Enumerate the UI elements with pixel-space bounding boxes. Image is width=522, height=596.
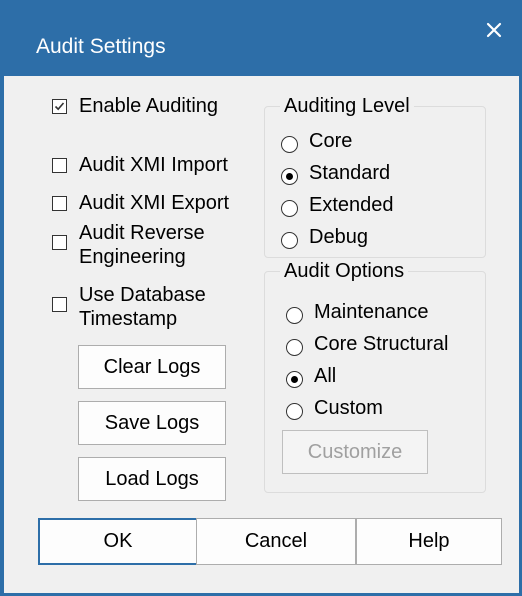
- option-custom-radio[interactable]: [286, 403, 303, 420]
- close-button[interactable]: [480, 16, 508, 44]
- option-custom-label[interactable]: Custom: [314, 396, 383, 420]
- level-extended-radio[interactable]: [281, 200, 298, 217]
- help-button[interactable]: Help: [356, 518, 502, 565]
- audit-reverse-engineering-label-line1[interactable]: Audit Reverse: [79, 221, 205, 245]
- audit-reverse-engineering-label-line2[interactable]: Engineering: [79, 245, 186, 269]
- enable-auditing-label[interactable]: Enable Auditing: [79, 94, 218, 118]
- close-icon: [486, 22, 502, 38]
- level-core-label[interactable]: Core: [309, 129, 352, 153]
- option-all-label[interactable]: All: [314, 364, 336, 388]
- use-database-timestamp-checkbox[interactable]: [52, 297, 67, 312]
- audit-xmi-import-checkbox[interactable]: [52, 158, 67, 173]
- option-all-radio[interactable]: [286, 371, 303, 388]
- option-maintenance-radio[interactable]: [286, 307, 303, 324]
- auditing-level-title: Auditing Level: [280, 94, 414, 118]
- window-border-left: [0, 76, 4, 596]
- audit-settings-dialog: Audit Settings Enable Auditing Audit XMI…: [0, 0, 522, 596]
- load-logs-button[interactable]: Load Logs: [78, 457, 226, 501]
- checkmark-icon: [54, 102, 65, 111]
- clear-logs-button[interactable]: Clear Logs: [78, 345, 226, 389]
- level-core-radio[interactable]: [281, 136, 298, 153]
- level-standard-radio[interactable]: [281, 168, 298, 185]
- audit-xmi-export-checkbox[interactable]: [52, 196, 67, 211]
- use-database-timestamp-label-line2[interactable]: Timestamp: [79, 307, 177, 331]
- level-standard-label[interactable]: Standard: [309, 161, 390, 185]
- audit-options-title: Audit Options: [280, 259, 409, 283]
- level-extended-label[interactable]: Extended: [309, 193, 394, 217]
- ok-button[interactable]: OK: [38, 518, 198, 565]
- option-core-structural-label[interactable]: Core Structural: [314, 332, 449, 356]
- use-database-timestamp-label-line1[interactable]: Use Database: [79, 283, 206, 307]
- audit-reverse-engineering-checkbox[interactable]: [52, 235, 67, 250]
- window-title: Audit Settings: [36, 35, 166, 58]
- save-logs-button[interactable]: Save Logs: [78, 401, 226, 445]
- title-bar[interactable]: Audit Settings: [0, 0, 522, 76]
- level-debug-radio[interactable]: [281, 232, 298, 249]
- level-debug-label[interactable]: Debug: [309, 225, 368, 249]
- cancel-button[interactable]: Cancel: [196, 518, 356, 565]
- option-maintenance-label[interactable]: Maintenance: [314, 300, 429, 324]
- customize-button[interactable]: Customize: [282, 430, 428, 474]
- audit-xmi-import-label[interactable]: Audit XMI Import: [79, 153, 228, 177]
- audit-xmi-export-label[interactable]: Audit XMI Export: [79, 191, 229, 215]
- enable-auditing-checkbox[interactable]: [52, 99, 67, 114]
- option-core-structural-radio[interactable]: [286, 339, 303, 356]
